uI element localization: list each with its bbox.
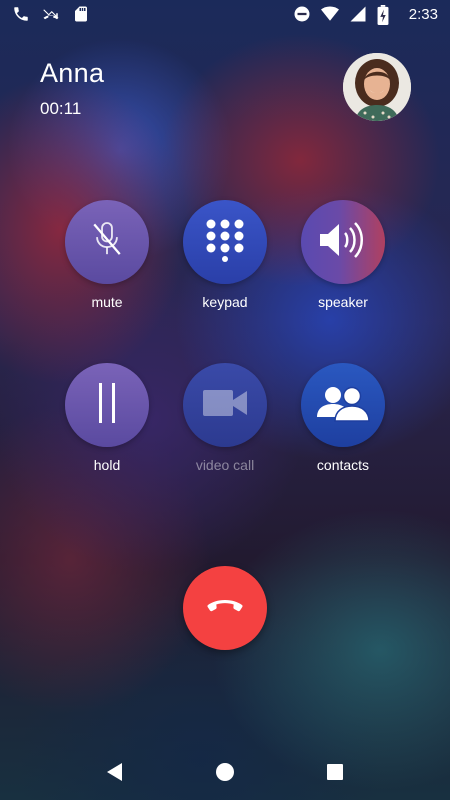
status-bar: 2:33 — [0, 0, 450, 28]
keypad-control[interactable]: keypad — [165, 200, 285, 310]
mic-off-icon — [90, 220, 124, 265]
pause-icon — [95, 381, 119, 430]
recents-button[interactable] — [315, 754, 355, 794]
sd-card-icon — [72, 5, 90, 23]
speaker-control[interactable]: speaker — [283, 200, 403, 310]
recents-icon — [326, 763, 344, 786]
mute-control[interactable]: mute — [47, 200, 167, 310]
signal-icon — [349, 5, 367, 23]
end-call-button[interactable] — [183, 566, 267, 650]
hold-control[interactable]: hold — [47, 363, 167, 473]
call-duration: 00:11 — [40, 99, 82, 118]
home-icon — [215, 762, 235, 787]
contacts-control[interactable]: contacts — [283, 363, 403, 473]
videocam-icon — [202, 388, 248, 423]
wifi-icon — [320, 5, 339, 23]
home-button[interactable] — [205, 754, 245, 794]
status-clock: 2:33 — [408, 5, 438, 23]
speaker-label: speaker — [318, 294, 368, 310]
navigation-bar — [0, 748, 450, 800]
mute-label: mute — [91, 294, 123, 310]
video-call-button[interactable] — [183, 363, 267, 447]
caller-avatar — [343, 53, 411, 121]
missed-call-icon — [42, 5, 60, 23]
keypad-button[interactable] — [183, 200, 267, 284]
contacts-button[interactable] — [301, 363, 385, 447]
hold-button[interactable] — [65, 363, 149, 447]
battery-charging-icon — [377, 5, 395, 25]
contacts-icon — [315, 383, 371, 428]
mute-button[interactable] — [65, 200, 149, 284]
dialpad-icon — [205, 218, 245, 267]
speaker-button[interactable] — [301, 200, 385, 284]
keypad-label: keypad — [202, 294, 248, 310]
back-button[interactable] — [95, 754, 135, 794]
phone-icon — [12, 5, 30, 23]
video-call-label: video call — [195, 457, 255, 473]
video-call-control[interactable]: video call — [165, 363, 285, 473]
end-call-icon — [207, 598, 243, 619]
back-icon — [106, 762, 124, 787]
contacts-label: contacts — [316, 457, 370, 473]
speaker-icon — [317, 220, 369, 265]
hold-label: hold — [93, 457, 121, 473]
caller-name: Anna — [40, 58, 105, 88]
do-not-disturb-icon — [293, 5, 311, 23]
